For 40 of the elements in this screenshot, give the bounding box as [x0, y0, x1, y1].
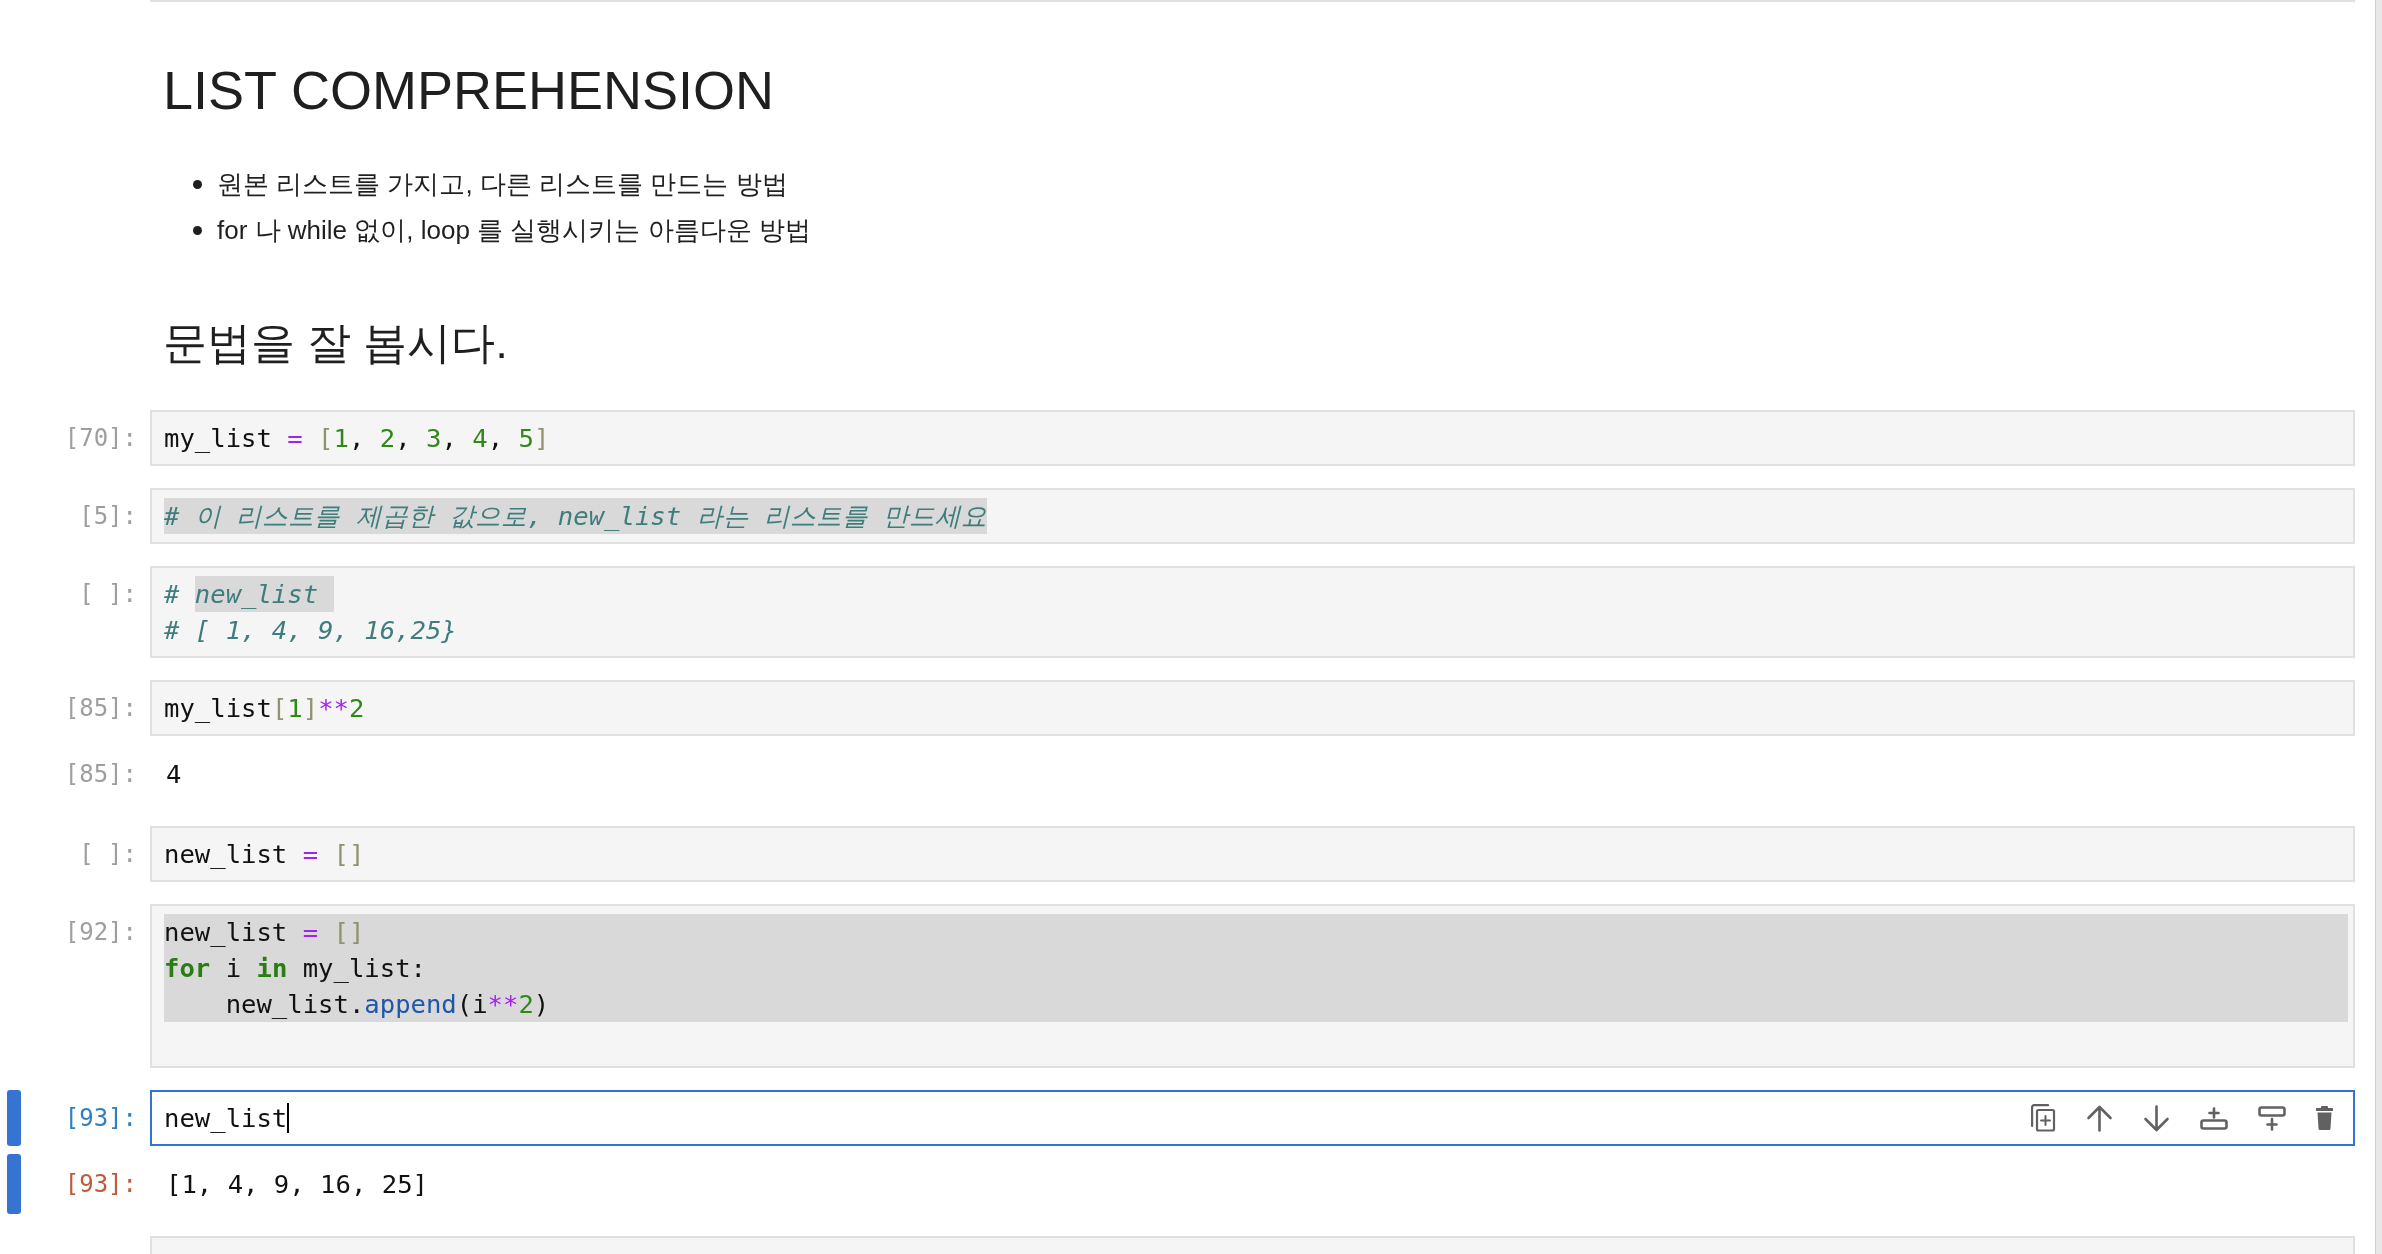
- bullet-text: for 나 while 없이, loop 를 실행시키는 아름다운 방법: [217, 214, 811, 247]
- trash-icon[interactable]: [2316, 1106, 2333, 1130]
- input-prompt: [85]:: [64, 693, 137, 724]
- code-text: new_list: [164, 1102, 288, 1135]
- active-cell-bar: [7, 1154, 21, 1214]
- bullet-icon: [193, 225, 202, 235]
- notebook-heading: LIST COMPREHENSION: [163, 59, 775, 122]
- insert-above-icon[interactable]: [2200, 1106, 2228, 1130]
- output-prompt: [85]:: [64, 759, 137, 790]
- input-prompt: [ ]:: [79, 839, 137, 870]
- bullet-icon: [193, 179, 202, 189]
- code-text: new_list = []: [164, 838, 365, 871]
- code-text: my_list[1]**2: [164, 692, 365, 725]
- code-text: my_list = [1, 2, 3, 4, 5]: [164, 422, 550, 455]
- code-text: # [ 1, 4, 9, 16,25}: [164, 614, 457, 647]
- insert-below-icon[interactable]: [2258, 1105, 2286, 1131]
- code-editor[interactable]: # new_list # [ 1, 4, 9, 16,25}: [150, 566, 2355, 658]
- code-editor[interactable]: new_list = [] for i in my_list: new_list.append(i**2): [150, 904, 2355, 1068]
- output-text: 4: [166, 758, 182, 791]
- notebook-subheading: 문법을 잘 봅시다.: [163, 317, 508, 369]
- code-editor[interactable]: new_list = []: [150, 826, 2355, 882]
- input-prompt: [ ]:: [79, 579, 137, 610]
- code-editor[interactable]: my_list[1]**2: [150, 680, 2355, 736]
- text-cursor: [287, 1103, 290, 1133]
- code-editor[interactable]: my_list = [1, 2, 3, 4, 5]: [150, 410, 2355, 466]
- highlighted-code-text: # 이 리스트를 제곱한 값으로, new_list 라는 리스트를 만드세요: [164, 498, 988, 534]
- bullet-text: 원본 리스트를 가지고, 다른 리스트를 만드는 방법: [217, 168, 788, 201]
- output-prompt: [93]:: [64, 1169, 137, 1200]
- input-prompt: [70]:: [64, 423, 137, 454]
- input-prompt: [92]:: [64, 917, 137, 948]
- input-prompt: [93]:: [64, 1103, 137, 1134]
- highlighted-code-text: new_list: [194, 576, 334, 612]
- arrow-up-icon[interactable]: [2086, 1104, 2113, 1132]
- code-text: #: [164, 578, 181, 611]
- scrollbar-track[interactable]: [2375, 0, 2382, 1254]
- input-prompt: [5]:: [79, 501, 137, 532]
- code-editor[interactable]: new_list: [150, 1090, 2355, 1146]
- arrow-down-icon[interactable]: [2143, 1104, 2170, 1132]
- output-text: [1, 4, 9, 16, 25]: [166, 1168, 428, 1201]
- duplicate-icon[interactable]: [2030, 1104, 2056, 1132]
